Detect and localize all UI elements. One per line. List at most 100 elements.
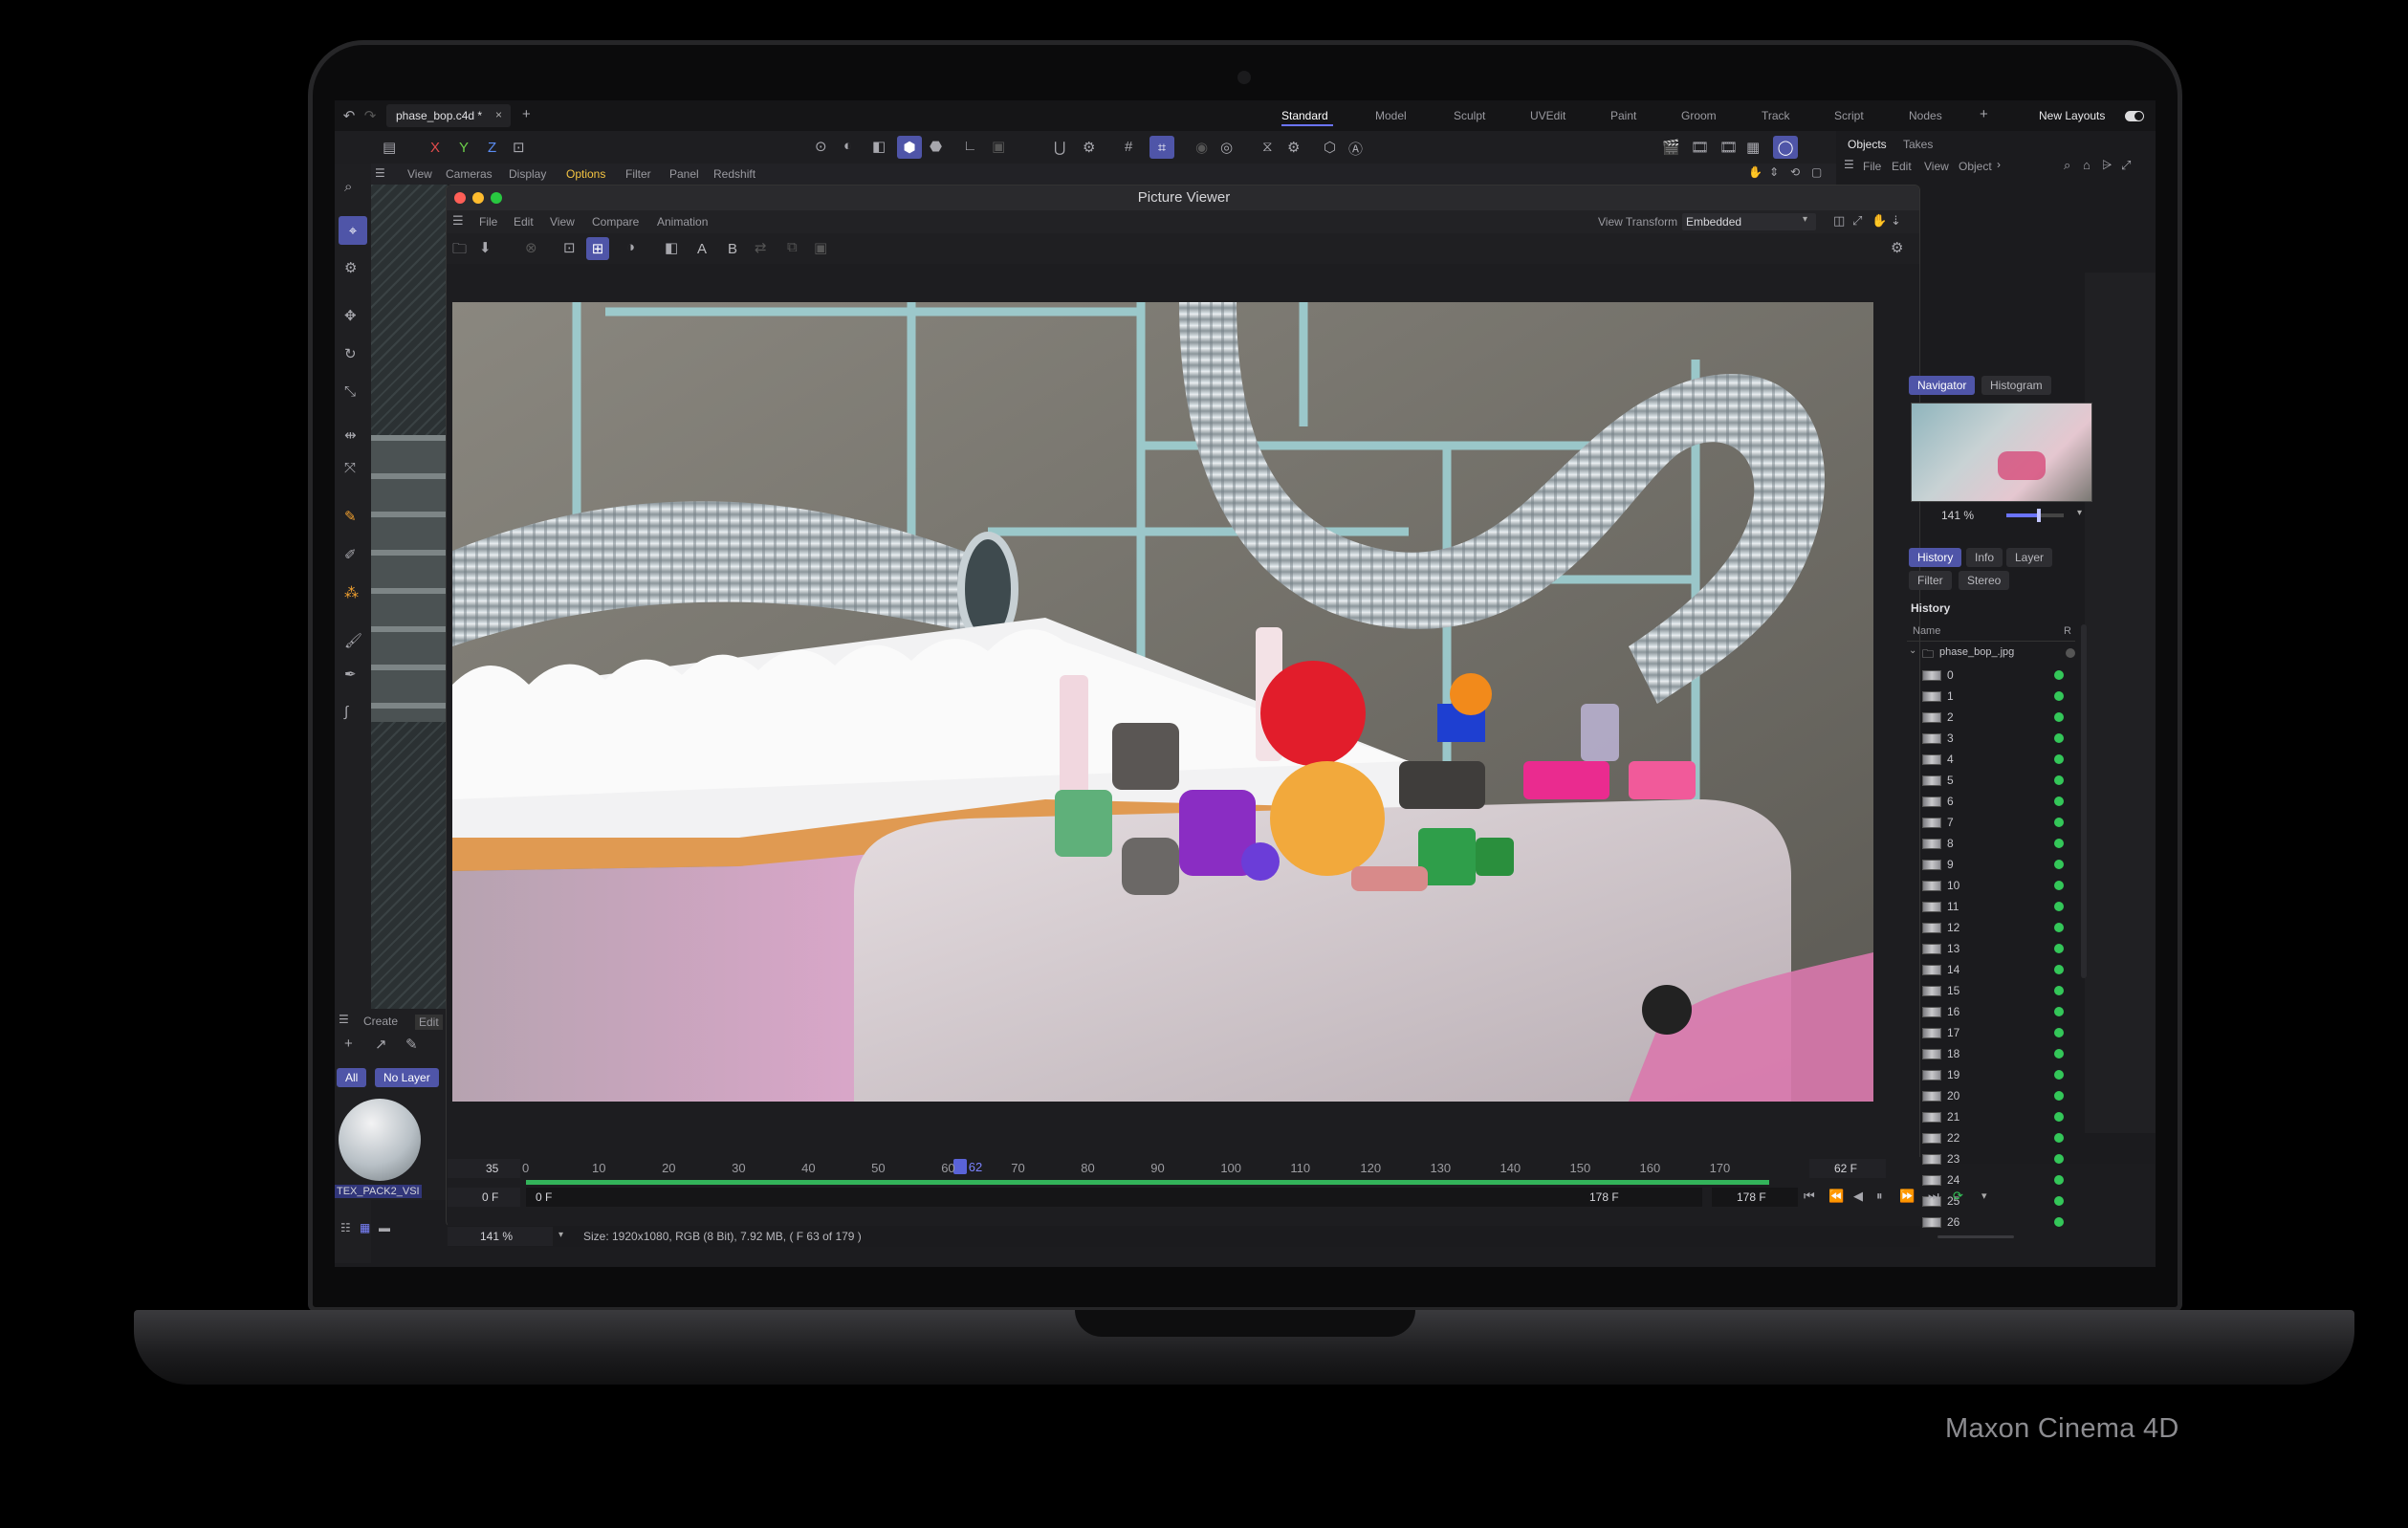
layout-tab-paint[interactable]: Paint [1610, 109, 1636, 122]
history-frame-row[interactable]: 11 [1909, 896, 2071, 917]
render-to-picture-viewer-icon[interactable]: 🎞 [1691, 139, 1709, 156]
snake-icon[interactable]: ∫ [344, 704, 348, 720]
filter-icon[interactable]: ⩥ [2102, 158, 2112, 173]
filter-no-layer-button[interactable]: No Layer [375, 1068, 439, 1087]
pv-menu-compare[interactable]: Compare [592, 215, 639, 229]
select-options-icon[interactable]: ⚙ [344, 259, 357, 276]
pin-icon[interactable]: ⇣ [1891, 213, 1901, 229]
plus-icon[interactable]: + [522, 106, 531, 122]
eyedropper-icon[interactable]: ✎ [405, 1036, 418, 1053]
objects-menu-view[interactable]: View [1924, 160, 1949, 173]
render-icon[interactable]: 🎬 [1662, 139, 1680, 156]
add-layout-icon[interactable]: + [1980, 106, 1988, 122]
history-frame-row[interactable]: 26 [1909, 1211, 2071, 1233]
search-icon[interactable]: ⌕ [2064, 158, 2070, 173]
viewport-menu-panel[interactable]: Panel [669, 167, 699, 181]
arrow-icon[interactable]: ↗ [375, 1036, 387, 1053]
pv-settings-icon[interactable]: ⚙ [1891, 239, 1903, 256]
history-frame-row[interactable]: 6 [1909, 791, 2071, 812]
go-end-icon[interactable]: ⏭ [1928, 1189, 1939, 1204]
new-layouts-label[interactable]: New Layouts [2039, 109, 2105, 122]
objects-menu-file[interactable]: File [1863, 160, 1881, 173]
render-region-icon[interactable]: Ⓐ [1348, 139, 1363, 159]
transform-icon[interactable]: ⇹ [344, 426, 357, 444]
layout-tab-model[interactable]: Model [1375, 109, 1407, 122]
zoom-slider[interactable] [2006, 509, 2064, 522]
history-hscrollbar[interactable] [1937, 1235, 2014, 1238]
edges-mode-icon[interactable]: ◐ [843, 138, 852, 154]
layout-tab-standard[interactable]: Standard [1281, 109, 1328, 122]
history-frame-row[interactable]: 8 [1909, 833, 2071, 854]
layers-icon[interactable]: ▤ [383, 139, 396, 156]
grid-view-icon[interactable]: ▦ [360, 1221, 370, 1234]
scale-icon[interactable]: ⤡ [344, 383, 356, 400]
zoom-slider-thumb[interactable] [2036, 509, 2041, 522]
viewport-menu-cameras[interactable]: Cameras [446, 167, 493, 181]
loop-icon[interactable]: ⟳ [1953, 1189, 1963, 1204]
layout-tab-uvedit[interactable]: UVEdit [1530, 109, 1565, 122]
tab-stereo[interactable]: Stereo [1959, 571, 2010, 590]
magnet-icon[interactable]: ⋃ [1054, 139, 1065, 156]
pv-menu-file[interactable]: File [479, 215, 497, 229]
material-menu-icon[interactable]: ☰ [339, 1013, 349, 1026]
go-start-icon[interactable]: ⏮ [1804, 1189, 1815, 1204]
tab-objects[interactable]: Objects [1848, 138, 1887, 151]
navigator-thumbnail[interactable] [1911, 403, 2092, 502]
tab-histogram[interactable]: Histogram [1981, 376, 2051, 395]
frame-counter-left[interactable]: 35 [448, 1159, 520, 1178]
material-name[interactable]: TEX_PACK2_VSI [335, 1185, 422, 1198]
layout-tab-nodes[interactable]: Nodes [1909, 109, 1942, 122]
symmetry-icon[interactable]: ⧖ [1262, 139, 1273, 155]
sketch-icon[interactable]: ✐ [344, 546, 357, 563]
history-frame-row[interactable]: 13 [1909, 938, 2071, 959]
pan-icon[interactable]: ✋ [1748, 165, 1762, 179]
playhead[interactable]: 62 [952, 1159, 982, 1174]
close-icon[interactable]: × [495, 108, 502, 121]
pv-menu-animation[interactable]: Animation [657, 215, 708, 229]
primitives-icon[interactable]: ⁂ [344, 584, 359, 601]
large-view-icon[interactable]: ▬ [379, 1221, 390, 1234]
history-frame-row[interactable]: 19 [1909, 1064, 2071, 1085]
objects-menu-object[interactable]: Object [1959, 160, 1992, 173]
frame-counter-right[interactable]: 62 F [1809, 1159, 1886, 1178]
timeline-ruler[interactable]: 62 0 10 20 30 40 50 60 70 80 90 100 110 120 130 140 150… [522, 1157, 1788, 1186]
layout-tab-track[interactable]: Track [1762, 109, 1790, 122]
axis-mode-icon[interactable]: ▣ [992, 138, 1005, 155]
points-mode-icon[interactable]: ⊙ [815, 138, 827, 155]
history-frame-row[interactable]: 24 [1909, 1169, 2071, 1190]
layout-tab-sculpt[interactable]: Sculpt [1454, 109, 1485, 122]
add-material-icon[interactable]: + [344, 1036, 353, 1052]
region-icon[interactable]: ⊡ [563, 239, 576, 256]
redshift-button[interactable]: ◯ [1773, 136, 1798, 159]
zoom-dropdown-icon[interactable]: ▾ [2077, 508, 2082, 518]
history-frame-row[interactable]: 12 [1909, 917, 2071, 938]
viewport-menu-display[interactable]: Display [509, 167, 546, 181]
history-scrollbar[interactable] [2081, 624, 2087, 978]
history-frame-row[interactable]: 21 [1909, 1106, 2071, 1127]
history-frame-row[interactable]: 23 [1909, 1148, 2071, 1169]
polygons-mode-icon[interactable]: ◧ [872, 138, 886, 155]
swap-icon[interactable]: ⇄ [755, 239, 767, 256]
tab-navigator[interactable]: Navigator [1909, 376, 1976, 395]
history-frame-row[interactable]: 20 [1909, 1085, 2071, 1106]
viewport-menu-filter[interactable]: Filter [625, 167, 651, 181]
start-frame-field[interactable]: 0 F [448, 1188, 520, 1207]
tab-layer[interactable]: Layer [2006, 548, 2053, 567]
tab-takes[interactable]: Takes [1903, 138, 1933, 151]
grid-icon[interactable]: # [1125, 139, 1132, 155]
axis-x-toggle[interactable]: X [430, 140, 440, 156]
history-frame-row[interactable]: 15 [1909, 980, 2071, 1001]
status-zoom-field[interactable]: 141 % [448, 1227, 553, 1246]
target-icon[interactable]: ◎ [1220, 139, 1233, 156]
paint-icon[interactable]: ✒ [344, 666, 357, 683]
ab-split-icon[interactable]: ⧉ [787, 239, 798, 255]
split-view-icon[interactable]: ◫ [1833, 213, 1845, 229]
compare-b-label[interactable]: B [728, 241, 737, 257]
orbit-icon[interactable]: ⟲ [1790, 165, 1800, 179]
lock-icon[interactable]: ◉ [1195, 139, 1208, 156]
history-frame-row[interactable]: 7 [1909, 812, 2071, 833]
chevron-right-icon[interactable]: › [1997, 158, 2001, 171]
play-reverse-icon[interactable]: ◀ [1853, 1189, 1863, 1204]
history-frame-row[interactable]: 2 [1909, 707, 2071, 728]
history-frame-row[interactable]: 18 [1909, 1043, 2071, 1064]
